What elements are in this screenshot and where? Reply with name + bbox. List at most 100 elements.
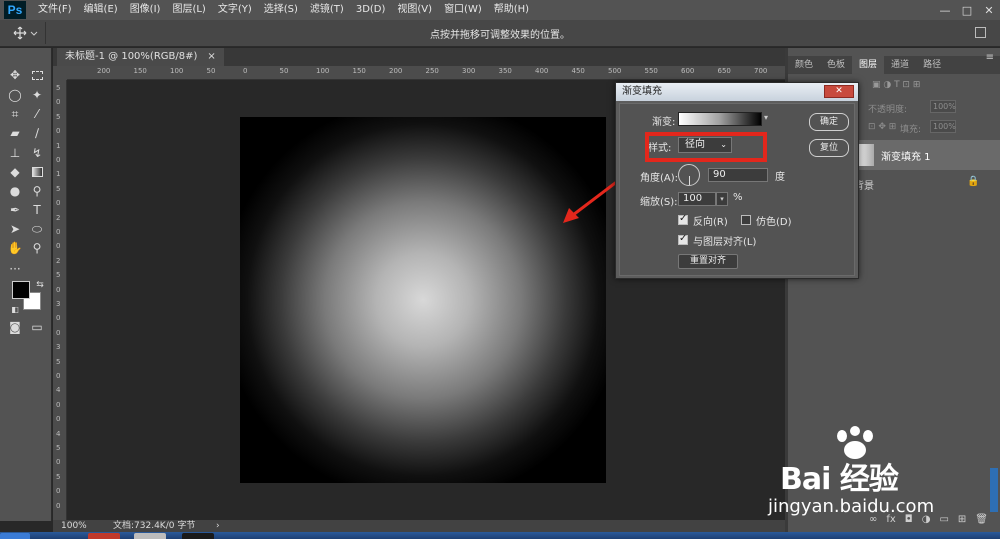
scale-input[interactable]: 100 xyxy=(678,192,716,206)
ruler-v-label: 5 xyxy=(56,444,61,452)
workspace-icon[interactable] xyxy=(975,27,986,38)
type-tool-icon[interactable]: T xyxy=(27,201,47,219)
ruler-h-label: 50 xyxy=(279,67,289,75)
ruler-v-label: 0 xyxy=(56,314,61,323)
panel-scrollbar[interactable] xyxy=(990,468,998,512)
menu-view[interactable]: 视图(V) xyxy=(391,0,438,20)
ruler-v-label: 0 xyxy=(56,156,61,164)
align-layer-checkbox[interactable] xyxy=(678,233,688,245)
dialog-titlebar[interactable]: 渐变填充 ✕ xyxy=(616,83,858,101)
path-selection-tool-icon[interactable]: ➤ xyxy=(5,220,25,238)
ruler-v-label: 0 xyxy=(56,501,61,510)
scale-dropdown-icon[interactable]: ▾ xyxy=(716,192,728,206)
tab-paths[interactable]: 路径 xyxy=(916,56,948,74)
clone-stamp-tool-icon[interactable]: ⊥ xyxy=(5,144,25,162)
menu-window[interactable]: 窗口(W) xyxy=(438,0,488,20)
ruler-v-label: 0 xyxy=(56,415,61,424)
pen-tool-icon[interactable]: ✒ xyxy=(5,201,25,219)
gradient-dropdown-icon[interactable]: ▾ xyxy=(764,113,768,122)
reset-button[interactable]: 复位 xyxy=(809,139,849,157)
menu-help[interactable]: 帮助(H) xyxy=(488,0,535,20)
dialog-close-button[interactable]: ✕ xyxy=(824,85,854,98)
ruler-v-label: 5 xyxy=(56,184,61,193)
tab-color[interactable]: 颜色 xyxy=(788,56,820,74)
document-canvas[interactable] xyxy=(240,117,606,483)
menu-edit[interactable]: 编辑(E) xyxy=(78,0,124,20)
panel-menu-icon[interactable]: ≡ xyxy=(986,52,994,63)
move-tool-icon[interactable]: ✥ xyxy=(5,66,25,84)
tab-layers[interactable]: 图层 xyxy=(852,56,885,74)
angle-dial[interactable] xyxy=(678,164,700,186)
marquee-tool-icon[interactable] xyxy=(27,66,47,84)
magic-wand-tool-icon[interactable]: ✦ xyxy=(27,86,47,104)
dither-checkbox[interactable] xyxy=(741,215,751,225)
angle-input[interactable]: 90 xyxy=(708,168,768,182)
menu-layer[interactable]: 图层(L) xyxy=(166,0,211,20)
document-tab[interactable]: 未标题-1 @ 100%(RGB/8#) × xyxy=(57,48,224,66)
quick-mask-icon[interactable]: ◙ xyxy=(5,318,25,336)
more-tools-icon[interactable]: ··· xyxy=(5,260,25,278)
menu-filter[interactable]: 滤镜(T) xyxy=(304,0,350,20)
menu-image[interactable]: 图像(I) xyxy=(124,0,167,20)
menu-file[interactable]: 文件(F) xyxy=(32,0,78,20)
brush-tool-icon[interactable]: ∕ xyxy=(27,124,47,142)
zoom-tool-icon[interactable]: ⚲ xyxy=(27,239,47,257)
ruler-h-label: 250 xyxy=(425,67,439,75)
swap-colors-icon[interactable]: ⇆ xyxy=(30,276,50,294)
foreground-color-swatch[interactable] xyxy=(12,281,30,299)
eraser-tool-icon[interactable]: ◆ xyxy=(5,163,25,181)
maximize-button[interactable]: □ xyxy=(956,0,978,20)
zoom-level[interactable]: 100% xyxy=(61,520,87,532)
ruler-h-label: 400 xyxy=(535,67,549,75)
tab-channels[interactable]: 通道 xyxy=(884,56,916,74)
taskbar-app-1[interactable] xyxy=(88,533,120,539)
lock-options-icons[interactable]: ⊡ ✥ ⊞ xyxy=(868,122,896,132)
menu-type[interactable]: 文字(Y) xyxy=(212,0,258,20)
taskbar-app-3[interactable] xyxy=(182,533,214,539)
ruler-v-label: 2 xyxy=(56,256,61,265)
hand-tool-icon[interactable]: ✋ xyxy=(5,239,25,257)
gradient-picker[interactable] xyxy=(678,112,762,126)
ruler-v-label: 0 xyxy=(56,199,61,208)
options-hint: 点按并拖移可调整效果的位置。 xyxy=(430,30,570,41)
ruler-v-label: 1 xyxy=(56,170,61,179)
menu-select[interactable]: 选择(S) xyxy=(258,0,304,20)
fill-input[interactable]: 100% xyxy=(930,120,956,133)
reset-align-button[interactable]: 重置对齐 xyxy=(678,254,738,269)
tool-panel: ✥ ◯ ✦ ⌗ ⁄ ▰ ∕ ⊥ ↯ ◆ ● ⚲ ✒ T ➤ ⬭ ✋ ⚲ ··· … xyxy=(0,48,52,521)
lasso-tool-icon[interactable]: ◯ xyxy=(5,86,25,104)
status-menu-arrow-icon[interactable]: › xyxy=(216,520,220,532)
minimize-button[interactable]: — xyxy=(934,0,956,20)
menu-bar: Ps 文件(F) 编辑(E) 图像(I) 图层(L) 文字(Y) 选择(S) 滤… xyxy=(0,0,1000,20)
healing-brush-tool-icon[interactable]: ▰ xyxy=(5,124,25,142)
taskbar-start-icon[interactable] xyxy=(0,533,30,539)
ruler-v-label: 5 xyxy=(56,112,61,121)
screen-mode-icon[interactable]: ▭ xyxy=(27,318,47,336)
delete-layer-icon[interactable]: 🗑 xyxy=(975,514,988,530)
gradient-label: 渐变: xyxy=(652,117,676,128)
taskbar-app-2[interactable] xyxy=(134,533,166,539)
gradient-tool-icon[interactable] xyxy=(27,163,47,181)
ruler-corner xyxy=(53,66,67,80)
reverse-checkbox[interactable] xyxy=(678,213,688,225)
opacity-input[interactable]: 100% xyxy=(930,100,956,113)
eyedropper-tool-icon[interactable]: ⁄ xyxy=(27,105,47,123)
ok-button[interactable]: 确定 xyxy=(809,113,849,131)
ruler-v-label: 5 xyxy=(56,271,61,280)
filter-icons[interactable]: ▣ ◑ T ⊡ ⊞ xyxy=(872,80,920,90)
tab-swatches[interactable]: 色板 xyxy=(820,56,852,74)
history-brush-tool-icon[interactable]: ↯ xyxy=(27,144,47,162)
angle-needle xyxy=(689,176,690,185)
menu-3d[interactable]: 3D(D) xyxy=(350,0,392,20)
dodge-tool-icon[interactable]: ⚲ xyxy=(27,182,47,200)
crop-tool-icon[interactable]: ⌗ xyxy=(5,105,25,123)
watermark-url: jingyan.baidu.com xyxy=(768,496,935,517)
close-window-button[interactable]: ✕ xyxy=(978,0,1000,20)
ruler-v-label: 0 xyxy=(56,98,61,107)
ruler-h-label: 450 xyxy=(571,67,585,75)
shape-tool-icon[interactable]: ⬭ xyxy=(27,220,47,238)
baidu-jingyan-watermark: Bai 经验 jingyan.baidu.com xyxy=(760,426,960,526)
blur-tool-icon[interactable]: ● xyxy=(5,182,25,200)
close-tab-icon[interactable]: × xyxy=(207,48,215,66)
default-colors-icon[interactable]: ◧ xyxy=(5,300,25,318)
